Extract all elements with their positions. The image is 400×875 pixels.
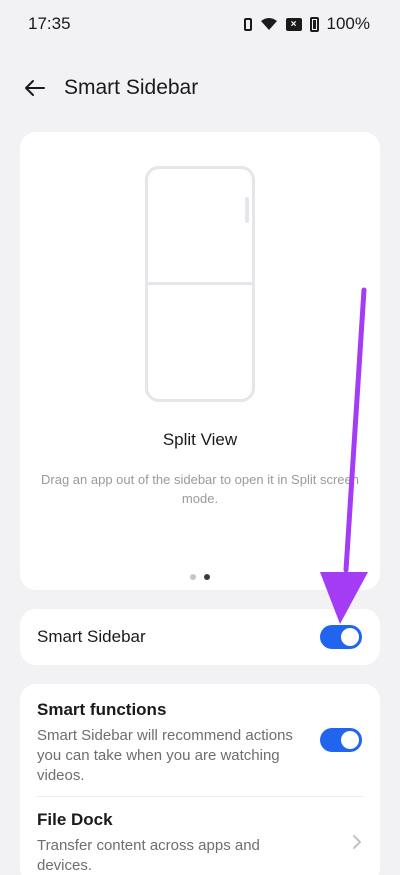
status-time: 17:35 <box>28 14 71 33</box>
smart-functions-switch[interactable] <box>320 728 362 752</box>
smart-sidebar-switch[interactable] <box>320 625 362 649</box>
app-header: Smart Sidebar <box>0 64 400 112</box>
switch-knob <box>341 628 359 646</box>
divider <box>37 796 363 797</box>
feature-list-card: Smart functions Smart Sidebar will recom… <box>20 684 380 875</box>
file-dock-title: File Dock <box>37 810 113 829</box>
status-icons: × 100% <box>243 14 370 34</box>
battery-percent: 100% <box>326 14 370 33</box>
page-indicator[interactable] <box>20 574 380 580</box>
page-dot-1[interactable] <box>190 574 196 580</box>
preview-description: Drag an app out of the sidebar to open i… <box>41 472 359 506</box>
vibrate-icon <box>243 17 252 31</box>
feature-preview-card[interactable]: Split View Drag an app out of the sideba… <box>20 132 380 590</box>
status-bar: 17:35 × 100% <box>0 0 400 48</box>
smart-functions-item[interactable]: Smart functions Smart Sidebar will recom… <box>37 700 363 786</box>
battery-icon <box>309 16 319 32</box>
page-title: Smart Sidebar <box>64 76 199 99</box>
page-dot-2[interactable] <box>204 574 210 580</box>
split-divider-illustration <box>148 282 252 285</box>
file-dock-description: Transfer content across apps and devices… <box>37 837 260 874</box>
smart-sidebar-label: Smart Sidebar <box>37 627 146 646</box>
back-button[interactable] <box>12 66 56 110</box>
wifi-icon <box>260 18 277 30</box>
chevron-right-icon <box>353 835 361 849</box>
file-dock-item[interactable]: File Dock Transfer content across apps a… <box>37 810 363 875</box>
switch-knob <box>341 731 359 749</box>
sidebar-handle-illustration <box>245 197 249 223</box>
smart-functions-description: Smart Sidebar will recommend actions you… <box>37 727 293 784</box>
split-view-illustration <box>145 166 255 402</box>
smart-functions-title: Smart functions <box>37 700 167 719</box>
preview-title: Split View <box>162 430 238 449</box>
back-arrow-icon <box>25 80 45 96</box>
x-box-icon: × <box>285 17 302 31</box>
smart-sidebar-row[interactable]: Smart Sidebar <box>20 609 380 665</box>
